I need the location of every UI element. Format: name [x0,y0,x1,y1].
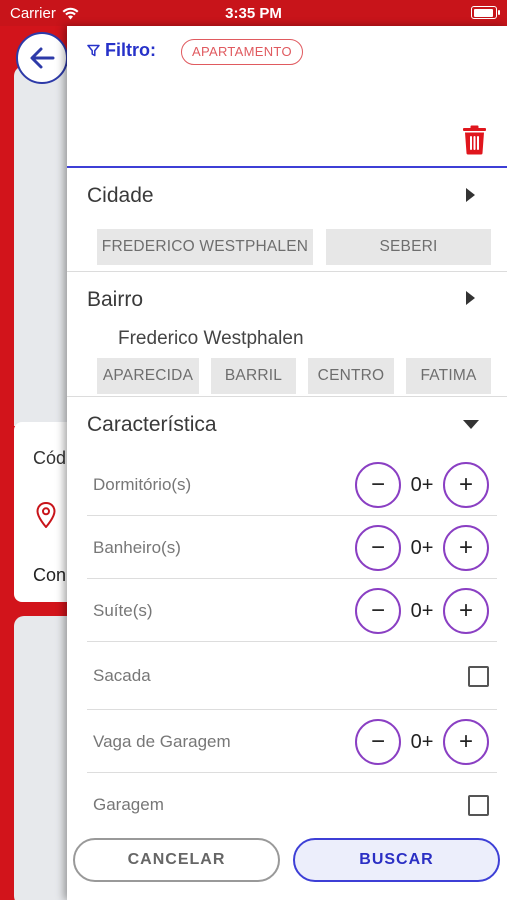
increment-button[interactable]: + [443,719,489,765]
filter-label-text: Filtro: [105,40,156,60]
active-filter-chip[interactable]: APARTAMENTO [181,39,303,65]
search-button[interactable]: BUSCAR [293,838,500,882]
bairro-city-label: Frederico Westphalen [118,328,304,349]
cidade-title[interactable]: Cidade [87,184,154,208]
cidade-expand-icon[interactable] [466,188,475,202]
caracteristica-title[interactable]: Característica [87,413,217,437]
vaga-garagem-stepper: − 0+ + [355,719,489,765]
filter-icon [87,44,100,57]
stepper-value: 0+ [410,600,434,622]
garagem-checkbox[interactable] [468,795,489,816]
increment-button[interactable]: + [443,588,489,634]
decrement-button[interactable]: − [355,719,401,765]
stepper-value: 0+ [410,731,434,753]
stepper-value: 0+ [410,474,434,496]
sacada-row: Sacada [67,642,507,710]
sacada-label: Sacada [93,666,151,685]
filter-label: Filtro: [87,40,156,61]
clock: 3:35 PM [225,5,282,22]
banheiros-label: Banheiro(s) [93,538,181,557]
dormitorios-label: Dormitório(s) [93,475,192,494]
bairro-section: Bairro Frederico Westphalen APARECIDA BA… [67,272,507,400]
increment-button[interactable]: + [443,525,489,571]
battery-icon [471,6,500,19]
suites-label: Suíte(s) [93,601,153,620]
bairro-expand-icon[interactable] [466,291,475,305]
bairro-option[interactable]: CENTRO [308,358,394,394]
suites-stepper: − 0+ + [355,588,489,634]
dormitorios-row: Dormitório(s) − 0+ + [67,453,507,516]
caracteristica-section: Característica [67,397,507,457]
background-card-label: Con [33,565,67,585]
filter-header: Filtro: APARTAMENTO [67,26,507,168]
cidade-section: Cidade FREDERICO WESTPHALEN SEBERI [67,168,507,272]
stepper-value: 0+ [410,537,434,559]
dormitorios-stepper: − 0+ + [355,462,489,508]
status-bar: Carrier 3:35 PM [0,0,507,26]
garagem-label: Garagem [93,795,164,814]
arrow-left-icon [30,47,55,69]
decrement-button[interactable]: − [355,588,401,634]
caracteristica-collapse-icon[interactable] [463,420,479,429]
decrement-button[interactable]: − [355,525,401,571]
background-card-code: Cód [33,448,67,468]
sacada-checkbox[interactable] [468,666,489,687]
vaga-garagem-row: Vaga de Garagem − 0+ + [67,710,507,773]
back-button[interactable] [16,32,68,84]
cancel-button[interactable]: CANCELAR [73,838,280,882]
cidade-option[interactable]: FREDERICO WESTPHALEN [97,229,313,265]
location-pin-icon [36,502,56,528]
decrement-button[interactable]: − [355,462,401,508]
bairro-option[interactable]: FATIMA [406,358,491,394]
trash-icon[interactable] [462,125,487,155]
suites-row: Suíte(s) − 0+ + [67,579,507,642]
banheiros-row: Banheiro(s) − 0+ + [67,516,507,579]
cidade-option[interactable]: SEBERI [326,229,491,265]
banheiros-stepper: − 0+ + [355,525,489,571]
bairro-option[interactable]: APARECIDA [97,358,199,394]
bairro-option[interactable]: BARRIL [211,358,296,394]
vaga-garagem-label: Vaga de Garagem [93,732,231,751]
increment-button[interactable]: + [443,462,489,508]
filter-drawer: Filtro: APARTAMENTO Cidade FREDERICO WES… [67,26,507,900]
bairro-title[interactable]: Bairro [87,288,143,312]
garagem-row: Garagem [67,773,507,836]
